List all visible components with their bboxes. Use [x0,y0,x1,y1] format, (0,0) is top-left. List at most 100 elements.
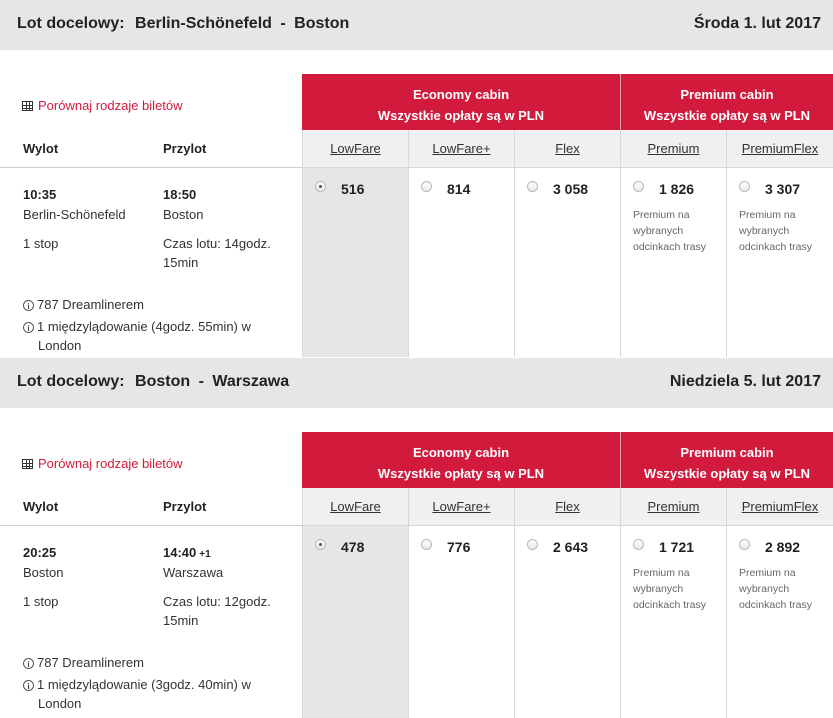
grid-icon [22,100,33,111]
departure-city: Berlin-Schönefeld [23,207,126,222]
premium-cabin-header: Premium cabin Wszystkie opłaty są w PLN [621,432,833,488]
fare-name[interactable]: LowFare+ [432,499,490,514]
flight-duration-cont: 15min [163,255,199,270]
route-title: Lot docelowy: Berlin-Schönefeld - Boston [17,15,349,33]
flight-duration: Czas lotu: 14godz. [163,236,271,251]
stops-count: 1 stop [23,594,59,609]
fare-cell-premiumflex[interactable]: 2 892 Premium na wybranych odcinkach tra… [726,525,833,718]
compare-fares-link[interactable]: Porównaj rodzaje biletów [22,98,183,113]
fare-header-flex[interactable]: Flex [514,488,620,525]
flight-details: 10:35 Berlin-Schönefeld 1 stop 18:50 Bos… [0,168,302,358]
premium-cabin-title: Premium cabin [680,445,774,460]
fare-cell-premiumflex[interactable]: 3 307 Premium na wybranych odcinkach tra… [726,167,833,357]
fare-note: Premium na wybranych odcinkach trasy [739,209,812,253]
fare-radio[interactable] [527,539,538,550]
aircraft-label: 787 Dreamlinerem [37,655,144,670]
arrival-header: Przylot [163,499,207,514]
fare-radio[interactable] [315,539,326,550]
fare-radio[interactable] [739,539,750,550]
flight-date: Niedziela 5. lut 2017 [669,373,821,390]
fare-radio[interactable] [633,181,644,192]
fare-header-premiumflex[interactable]: PremiumFlex [726,130,833,167]
info-icon: i [23,680,34,691]
arrival-time: 18:50 [163,187,197,202]
route-separator: - [280,15,286,32]
aircraft-info[interactable]: i 787 Dreamlinerem [23,297,144,312]
flight-section-outbound: Lot docelowy: Berlin-Schönefeld - Boston… [0,0,833,358]
fare-cell-lowfare[interactable]: 478 [302,525,408,718]
fare-name[interactable]: Flex [555,499,580,514]
fare-name[interactable]: PremiumFlex [742,141,819,156]
grid-icon [22,458,33,469]
fare-header-lowfare-plus[interactable]: LowFare+ [408,488,514,525]
arrival-time: 14:40 [163,545,197,560]
fare-header-premium[interactable]: Premium [620,488,726,525]
fare-name[interactable]: Premium [647,499,699,514]
layover-city: London [38,338,82,353]
departure-header: Wylot [23,499,59,514]
fare-name[interactable]: LowFare [330,499,381,514]
economy-cabin-header: Economy cabin Wszystkie opłaty są w PLN [302,432,620,488]
route-label: Lot docelowy: [17,373,125,390]
fare-cell-flex[interactable]: 2 643 [514,525,620,718]
fare-header-flex[interactable]: Flex [514,130,620,167]
fare-name[interactable]: LowFare [330,141,381,156]
fare-header-lowfare[interactable]: LowFare [302,130,408,167]
economy-cabin-subtitle: Wszystkie opłaty są w PLN [377,108,545,123]
fare-header-lowfare-plus[interactable]: LowFare+ [408,130,514,167]
premium-cabin-subtitle: Wszystkie opłaty są w PLN [643,108,811,123]
fare-name[interactable]: Flex [555,141,580,156]
fare-price: 3 307 [765,181,801,197]
route-destination: Boston [294,15,350,32]
fare-name[interactable]: Premium [647,141,699,156]
fare-cell-flex[interactable]: 3 058 [514,167,620,357]
fare-name[interactable]: PremiumFlex [742,499,819,514]
fare-cell-lowfare[interactable]: 516 [302,167,408,357]
fare-cell-lowfare-plus[interactable]: 814 [408,167,514,357]
flight-section-return: Lot docelowy: Boston - Warszawa Niedziel… [0,358,833,718]
fare-radio[interactable] [315,181,326,192]
fare-header-premium[interactable]: Premium [620,130,726,167]
fare-cell-premium[interactable]: 1 721 Premium na wybranych odcinkach tra… [620,525,726,718]
fare-radio[interactable] [421,539,432,550]
fare-note: Premium na wybranych odcinkach trasy [633,567,706,611]
route-destination: Warszawa [212,373,290,390]
fare-cell-lowfare-plus[interactable]: 776 [408,525,514,718]
fare-header-premiumflex[interactable]: PremiumFlex [726,488,833,525]
arrival-city: Warszawa [163,565,224,580]
layover-info[interactable]: i1 międzylądowanie (4godz. 55min) w [23,319,251,334]
info-icon: i [23,658,34,669]
flight-details: 20:25 Boston 1 stop 14:40 +1 Warszawa Cza… [0,526,302,716]
fare-radio[interactable] [633,539,644,550]
fare-price: 776 [447,539,471,555]
fare-radio[interactable] [421,181,432,192]
fare-note: Premium na wybranych odcinkach trasy [739,567,812,611]
compare-fares-link[interactable]: Porównaj rodzaje biletów [22,456,183,471]
info-icon: i [23,322,34,333]
fare-header-lowfare[interactable]: LowFare [302,488,408,525]
aircraft-label: 787 Dreamlinerem [37,297,144,312]
fare-radio[interactable] [527,181,538,192]
departure-time: 20:25 [23,545,57,560]
premium-cabin-title: Premium cabin [680,87,774,102]
compare-fares-label: Porównaj rodzaje biletów [38,456,183,471]
fare-cell-premium[interactable]: 1 826 Premium na wybranych odcinkach tra… [620,167,726,357]
compare-fares-label: Porównaj rodzaje biletów [38,98,183,113]
route-title: Lot docelowy: Boston - Warszawa [17,373,289,391]
economy-cabin-title: Economy cabin [412,445,510,460]
flight-duration: Czas lotu: 12godz. [163,594,271,609]
stops-count: 1 stop [23,236,59,251]
premium-cabin-header: Premium cabin Wszystkie opłaty są w PLN [621,74,833,130]
flight-date: Środa 1. lut 2017 [693,15,821,32]
economy-cabin-title: Economy cabin [412,87,510,102]
fare-price: 2 643 [553,539,589,555]
flight-duration-cont: 15min [163,613,199,628]
fare-price: 814 [447,181,471,197]
fare-price: 1 826 [659,181,695,197]
info-icon: i [23,300,34,311]
fare-radio[interactable] [739,181,750,192]
fare-name[interactable]: LowFare+ [432,141,490,156]
layover-info[interactable]: i1 międzylądowanie (3godz. 40min) w [23,677,251,692]
economy-cabin-header: Economy cabin Wszystkie opłaty są w PLN [302,74,620,130]
aircraft-info[interactable]: i 787 Dreamlinerem [23,655,144,670]
